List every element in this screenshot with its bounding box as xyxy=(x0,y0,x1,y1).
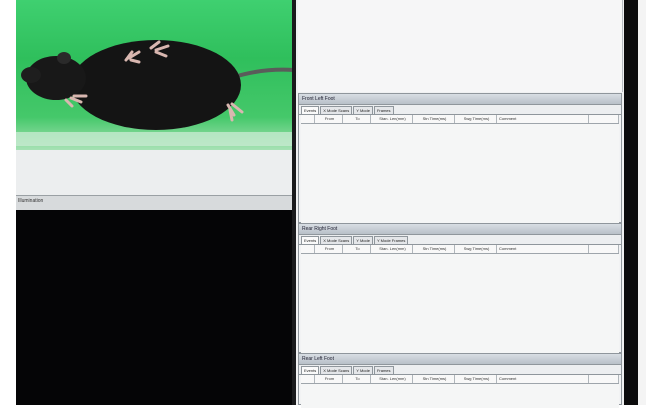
col-header-stance-time[interactable]: Stn Time(ms) xyxy=(413,245,455,253)
col-header-from[interactable]: From xyxy=(315,245,343,253)
col-header-swing-time[interactable]: Swg Time(ms) xyxy=(455,115,497,123)
col-header-comment[interactable]: Comment xyxy=(497,245,589,253)
table-header: From To Stan. Len(mm) Stn Time(ms) Swg T… xyxy=(301,115,619,124)
col-header-stance-length[interactable]: Stan. Len(mm) xyxy=(371,245,413,253)
col-header-stance-length[interactable]: Stan. Len(mm) xyxy=(371,115,413,123)
col-header-to[interactable]: To xyxy=(343,375,371,383)
tab-frames[interactable]: Y Mode Frames xyxy=(373,236,409,244)
col-header-from[interactable]: From xyxy=(315,115,343,123)
tab-events[interactable]: Events xyxy=(301,236,320,244)
col-header-index[interactable] xyxy=(301,375,315,383)
panel-title: Front Left Foot xyxy=(299,94,621,105)
tab-y-mode[interactable]: Y Mode xyxy=(353,366,373,374)
front-left-foot-panel: Front Left Foot Events X Mode Scans Y Mo… xyxy=(298,93,622,226)
col-header-to[interactable]: To xyxy=(343,245,371,253)
col-header-stance-length[interactable]: Stan. Len(mm) xyxy=(371,375,413,383)
tab-x-mode-scans[interactable]: X Mode Scans xyxy=(320,366,353,374)
foot-stats-column: Front Left Foot Events X Mode Scans Y Mo… xyxy=(296,0,624,408)
mouse-image xyxy=(21,40,294,130)
rear-right-foot-panel: Rear Right Foot Events X Mode Scans Y Mo… xyxy=(298,223,622,356)
panel-title: Rear Left Foot xyxy=(299,354,621,365)
panel-tabs: Events X Mode Scans Y Mode Frames xyxy=(299,105,621,115)
empty-dark-area xyxy=(16,210,292,405)
panel-tabs: Events X Mode Scans Y Mode Y Mode Frames xyxy=(299,235,621,245)
tab-frames[interactable]: Frames xyxy=(373,106,394,114)
col-header-comment[interactable]: Comment xyxy=(497,115,589,123)
col-header-stance-time[interactable]: Stn Time(ms) xyxy=(413,375,455,383)
col-header-extra[interactable] xyxy=(589,375,619,383)
video-status-bar: Illumination xyxy=(16,195,294,210)
monitor-edge-right xyxy=(638,0,646,405)
tab-events[interactable]: Events xyxy=(301,366,320,374)
panel-title: Rear Right Foot xyxy=(299,224,621,235)
video-status-label: Illumination xyxy=(18,198,44,204)
col-header-extra[interactable] xyxy=(589,245,619,253)
tab-y-mode[interactable]: Y Mode xyxy=(353,106,373,114)
col-header-to[interactable]: To xyxy=(343,115,371,123)
tab-y-mode[interactable]: Y Mode xyxy=(353,236,373,244)
tab-events[interactable]: Events xyxy=(301,106,320,114)
left-edge xyxy=(0,0,16,405)
col-header-comment[interactable]: Comment xyxy=(497,375,589,383)
top-blank-panel xyxy=(298,0,623,92)
tab-x-mode-scans[interactable]: X Mode Scans xyxy=(320,106,353,114)
table-header: From To Stan. Len(mm) Stn Time(ms) Swg T… xyxy=(301,245,619,254)
col-header-swing-time[interactable]: Swg Time(ms) xyxy=(455,245,497,253)
rear-left-foot-panel: Rear Left Foot Events X Mode Scans Y Mod… xyxy=(298,353,622,408)
col-header-index[interactable] xyxy=(301,245,315,253)
video-preview-pane: Illumination xyxy=(16,0,294,210)
tab-frames[interactable]: Frames xyxy=(373,366,394,374)
col-header-from[interactable]: From xyxy=(315,375,343,383)
col-header-extra[interactable] xyxy=(589,115,619,123)
table-body[interactable] xyxy=(301,384,619,408)
table-body[interactable] xyxy=(301,124,619,226)
video-frame xyxy=(16,0,294,195)
table-body[interactable] xyxy=(301,254,619,356)
col-header-swing-time[interactable]: Swg Time(ms) xyxy=(455,375,497,383)
table-header: From To Stan. Len(mm) Stn Time(ms) Swg T… xyxy=(301,375,619,384)
tab-x-mode-scans[interactable]: X Mode Scans xyxy=(320,236,353,244)
col-header-index[interactable] xyxy=(301,115,315,123)
panel-tabs: Events X Mode Scans Y Mode Frames xyxy=(299,365,621,375)
col-header-stance-time[interactable]: Stn Time(ms) xyxy=(413,115,455,123)
